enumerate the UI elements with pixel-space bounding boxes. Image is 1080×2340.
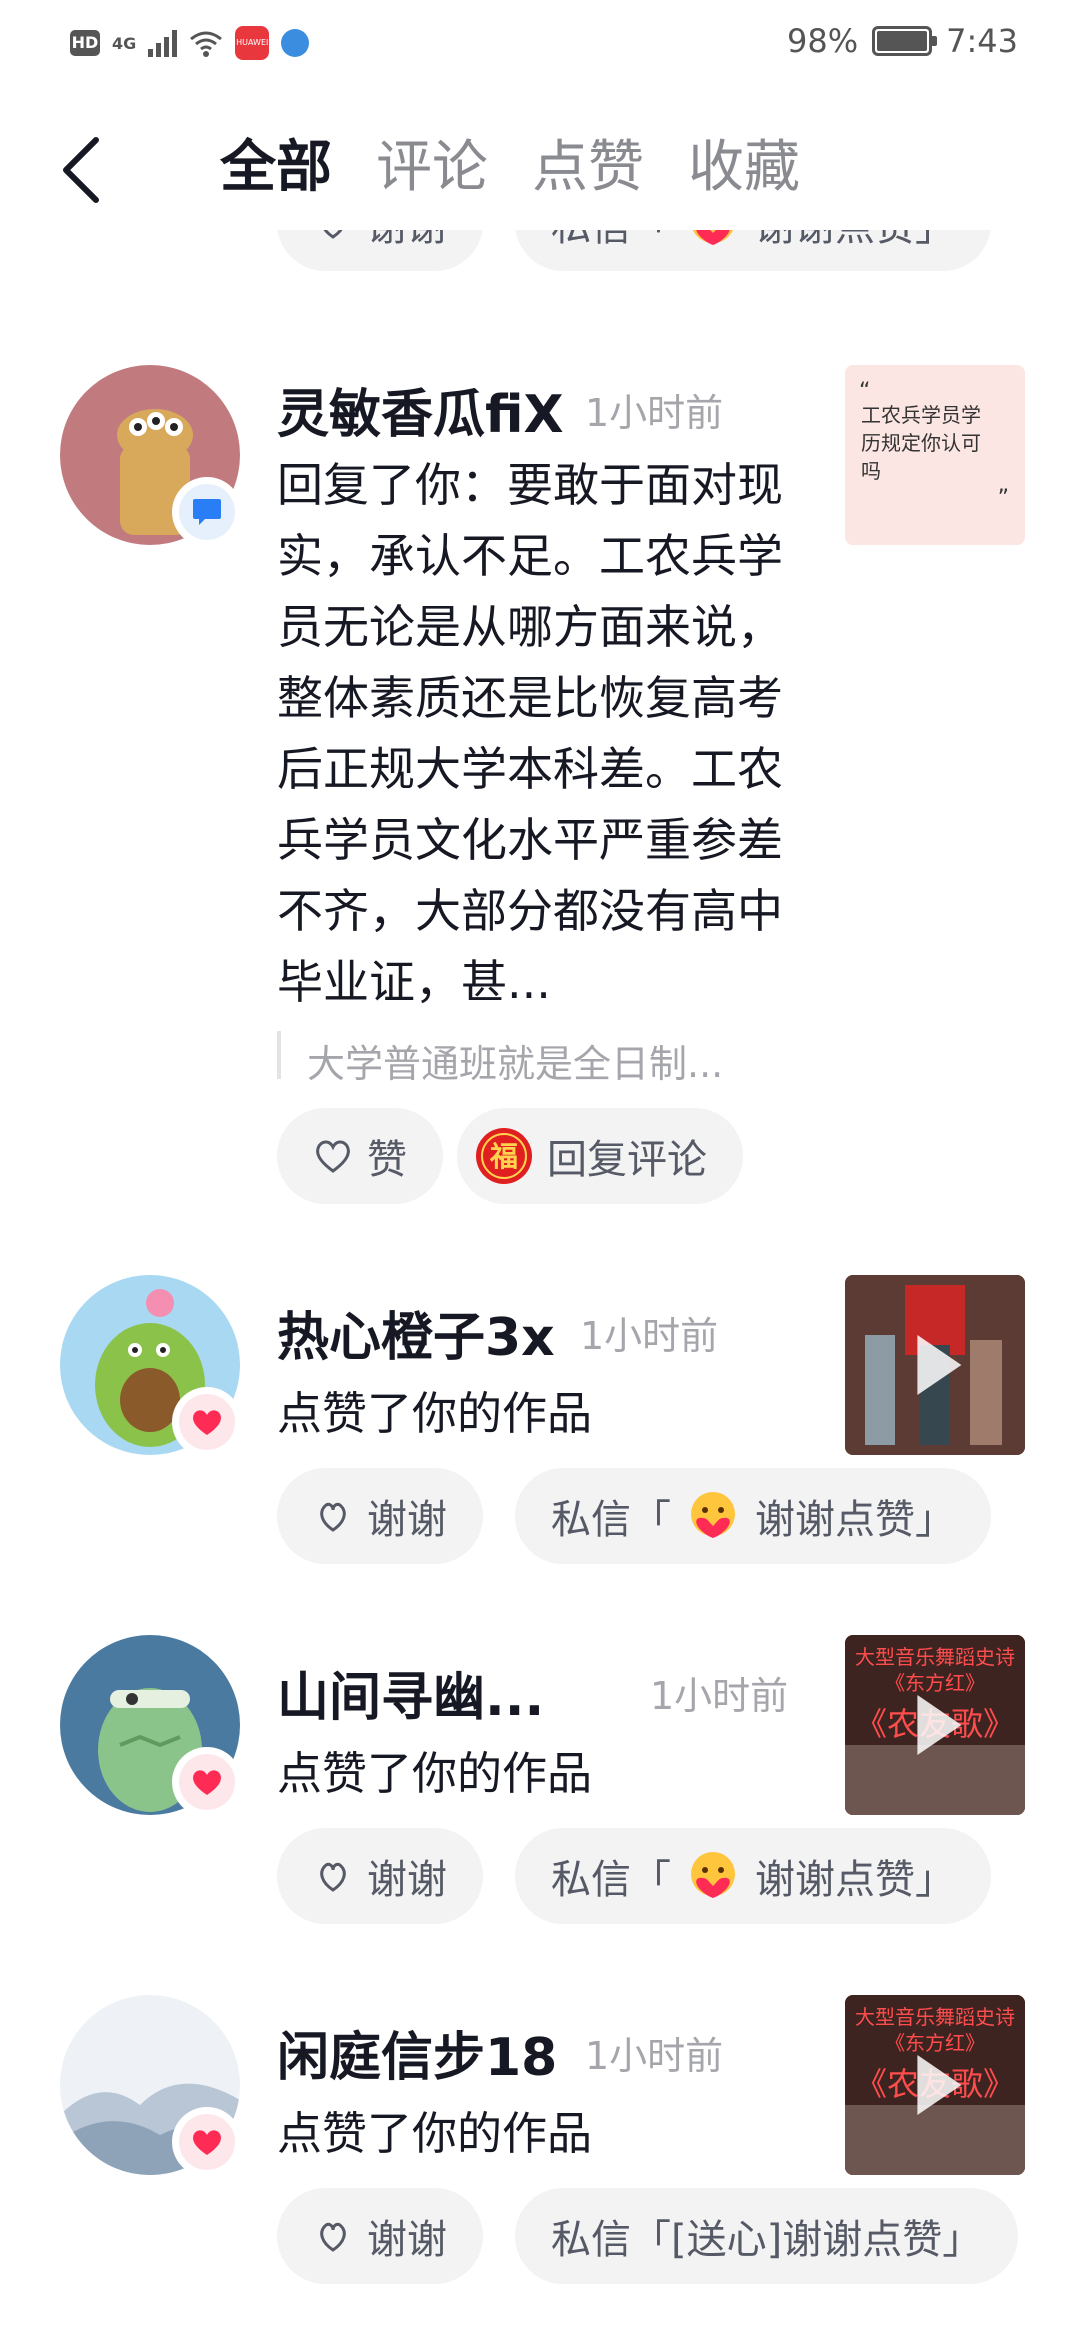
action-description: 点赞了你的作品 bbox=[277, 2107, 593, 2160]
battery-icon bbox=[872, 26, 938, 56]
thumb-quote-text: 工农兵学员学历规定你认可吗 bbox=[861, 403, 981, 483]
comment-content[interactable]: 回复了你：要敢于面对现实，承认不足。工农兵学员无论是从哪方面来说，整体素质还是比… bbox=[277, 450, 817, 1018]
quoted-comment: 大学普通班就是全日制... bbox=[307, 1042, 724, 1086]
reply-label: 回复评论 bbox=[547, 1137, 707, 1183]
like-badge bbox=[172, 2107, 242, 2177]
thumb-caption: 《东方红》 bbox=[885, 2031, 985, 2055]
svg-text:福: 福 bbox=[489, 1140, 518, 1173]
thanks-label: 谢谢 bbox=[367, 1497, 447, 1543]
user-avatar[interactable] bbox=[60, 365, 242, 547]
status-bar: HD 4G HUAWEI 98% 7:43 bbox=[0, 0, 1080, 92]
status-left: HD 4G HUAWEI bbox=[70, 26, 310, 60]
like-badge bbox=[172, 1387, 242, 1457]
user-avatar[interactable] bbox=[60, 1275, 242, 1457]
back-arrow-icon[interactable] bbox=[56, 130, 116, 210]
comment-icon bbox=[193, 499, 221, 525]
username[interactable]: 热心橙子3x bbox=[277, 1295, 555, 1370]
dm-thanks-button[interactable]: 私信「 谢谢点赞」 bbox=[515, 1468, 991, 1564]
like-badge bbox=[172, 1747, 242, 1817]
status-right: 98% 7:43 bbox=[787, 22, 1018, 60]
user-avatar[interactable] bbox=[60, 1995, 242, 2177]
browser-icon bbox=[281, 29, 310, 57]
video-thumbnail[interactable] bbox=[845, 1275, 1025, 1455]
heart-icon bbox=[193, 1770, 221, 1795]
heart-face-emoji-icon bbox=[691, 1852, 735, 1898]
fu-sticker-icon: 福 bbox=[476, 1128, 532, 1184]
tab-bar: 全部 评论 点赞 收藏 bbox=[220, 130, 844, 206]
play-icon bbox=[917, 1695, 962, 1755]
dm-suffix: 谢谢点赞」 bbox=[755, 1857, 955, 1903]
heart-icon bbox=[193, 1410, 221, 1435]
tab-all[interactable]: 全部 bbox=[220, 130, 332, 206]
thanks-label: 谢谢 bbox=[367, 1857, 447, 1903]
play-icon bbox=[917, 2055, 962, 2115]
tab-comments[interactable]: 评论 bbox=[376, 130, 488, 206]
dm-label: 私信「 bbox=[551, 1857, 671, 1903]
quote-divider bbox=[277, 1031, 281, 1079]
play-icon bbox=[917, 1335, 962, 1395]
username[interactable]: 灵敏香瓜fiX bbox=[277, 372, 564, 447]
comment-badge bbox=[172, 477, 242, 547]
heart-icon bbox=[193, 2130, 221, 2155]
hd-indicator: HD bbox=[70, 30, 100, 56]
username[interactable]: 山间寻幽... bbox=[277, 1655, 544, 1730]
video-thumbnail[interactable]: 大型音乐舞蹈史诗 《东方红》 《农友歌》 bbox=[845, 1635, 1025, 1815]
dm-thanks-button[interactable]: 私信「[送心]谢谢点赞」 bbox=[515, 2188, 1019, 2284]
video-thumbnail[interactable]: “ 工农兵学员学历规定你认可吗 ” bbox=[845, 365, 1025, 545]
wifi-icon bbox=[190, 31, 223, 57]
reply-comment-button[interactable]: 福 回复评论 bbox=[457, 1108, 743, 1204]
thanks-button[interactable]: 谢谢 bbox=[277, 1828, 483, 1924]
thumb-caption: 大型音乐舞蹈史诗 bbox=[855, 2005, 1015, 2029]
tab-favorites[interactable]: 收藏 bbox=[688, 130, 800, 206]
thumb-caption: 《东方红》 bbox=[885, 1671, 985, 1695]
timestamp: 1小时前 bbox=[580, 1314, 719, 1358]
dm-label: 私信「[送心]谢谢点赞」 bbox=[551, 2217, 983, 2263]
user-avatar[interactable] bbox=[60, 1635, 242, 1817]
flower-icon bbox=[320, 1862, 346, 1892]
flower-icon bbox=[320, 1502, 346, 1532]
thumb-caption: 大型音乐舞蹈史诗 bbox=[855, 1645, 1015, 1669]
timestamp: 1小时前 bbox=[585, 391, 724, 435]
thanks-button[interactable]: 谢谢 bbox=[277, 2188, 483, 2284]
timestamp: 1小时前 bbox=[585, 2034, 724, 2078]
flower-icon bbox=[320, 2222, 346, 2252]
video-thumbnail[interactable]: 大型音乐舞蹈史诗 《东方红》 《农友歌》 bbox=[845, 1995, 1025, 2175]
heart-face-emoji-icon bbox=[691, 1492, 735, 1538]
clock: 7:43 bbox=[946, 22, 1018, 60]
like-comment-button[interactable]: 赞 bbox=[277, 1108, 443, 1204]
dm-suffix: 谢谢点赞」 bbox=[755, 1497, 955, 1543]
action-description: 点赞了你的作品 bbox=[277, 1747, 593, 1800]
timestamp: 1小时前 bbox=[650, 1674, 789, 1718]
heart-outline-icon bbox=[316, 1140, 350, 1173]
signal-icon bbox=[148, 29, 178, 57]
thanks-label: 谢谢 bbox=[367, 2217, 447, 2263]
thanks-button[interactable]: 谢谢 bbox=[277, 1468, 483, 1564]
tab-header: 全部 评论 点赞 收藏 bbox=[0, 100, 1080, 230]
tab-likes[interactable]: 点赞 bbox=[532, 130, 644, 206]
network-type: 4G bbox=[112, 33, 137, 53]
username[interactable]: 闲庭信步18 bbox=[277, 2015, 557, 2090]
huawei-store-icon: HUAWEI bbox=[235, 26, 270, 60]
dm-label: 私信「 bbox=[551, 1497, 671, 1543]
battery-percent: 98% bbox=[787, 22, 859, 60]
like-label: 赞 bbox=[367, 1137, 407, 1183]
dm-thanks-button[interactable]: 私信「 谢谢点赞」 bbox=[515, 1828, 991, 1924]
action-description: 点赞了你的作品 bbox=[277, 1387, 593, 1440]
